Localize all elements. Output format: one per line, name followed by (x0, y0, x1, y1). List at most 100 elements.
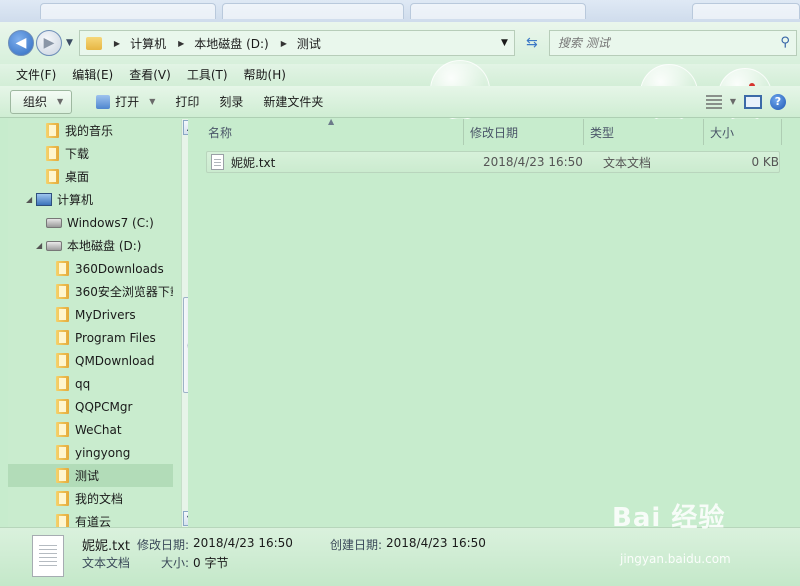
breadcrumb-separator-icon[interactable]: ▶ (114, 39, 120, 48)
details-size-value: 0 字节 (193, 556, 229, 570)
folder-icon (56, 284, 69, 299)
drive-icon (46, 217, 62, 228)
menu-view[interactable]: 查看(V) (121, 64, 179, 86)
sidebar-item-360downloads[interactable]: 360Downloads (8, 257, 173, 280)
details-modified-label: 修改日期: (137, 538, 190, 552)
column-header-name[interactable]: ▲ 名称 (192, 117, 464, 145)
background-tab (410, 3, 587, 19)
scroll-down-icon[interactable]: ▼ (183, 511, 188, 526)
computer-icon (36, 193, 52, 206)
address-history-dropdown-icon[interactable]: ▼ (501, 38, 508, 48)
folder-icon (46, 123, 59, 138)
sidebar-item-qmdownload[interactable]: QMDownload (8, 349, 173, 372)
chevron-down-icon[interactable]: ▼ (730, 97, 736, 106)
folder-icon (56, 261, 69, 276)
file-type: 文本文档 (603, 155, 652, 170)
sidebar-item-360-browser-downloads[interactable]: 360安全浏览器下载 (8, 280, 173, 303)
expand-arrow-icon[interactable]: ◢ (26, 195, 36, 204)
organize-button[interactable]: 组织 ▼ (10, 89, 73, 114)
breadcrumb-computer[interactable]: 计算机 (130, 35, 166, 52)
folder-icon (56, 307, 69, 322)
column-headers: ▲ 名称 修改日期 类型 大小 (192, 117, 792, 145)
search-input[interactable] (557, 36, 758, 50)
new-folder-button[interactable]: 新建文件夹 (253, 90, 333, 114)
print-button[interactable]: 打印 (165, 90, 209, 114)
folder-icon (56, 376, 69, 391)
sidebar-item-drive-d[interactable]: ◢ 本地磁盘 (D:) (8, 234, 173, 257)
breadcrumb-current-folder[interactable]: 测试 (297, 35, 321, 52)
sidebar-item-label: 我的音乐 (65, 124, 114, 138)
folder-icon (56, 468, 69, 483)
background-tab (40, 3, 217, 19)
file-name: 妮妮.txt (231, 155, 276, 170)
sidebar-item-yingyong[interactable]: yingyong (8, 441, 173, 464)
sidebar-item-label: MyDrivers (75, 307, 136, 322)
text-file-icon (211, 154, 224, 170)
baidu-jingyan-watermark: Bai 经验 (612, 503, 726, 533)
sidebar-item-label: 有道云 (75, 515, 112, 527)
sidebar-item-program-files[interactable]: Program Files (8, 326, 173, 349)
open-label: 打开 (115, 95, 140, 109)
sidebar-item-computer[interactable]: ◢ 计算机 (8, 188, 173, 211)
help-icon[interactable]: ? (770, 93, 786, 110)
sidebar-item-label: 桌面 (65, 170, 90, 184)
background-tab (222, 3, 405, 19)
menu-file[interactable]: 文件(F) (8, 64, 64, 86)
preview-pane-icon[interactable] (744, 94, 762, 109)
sidebar-item-label: WeChat (75, 422, 122, 437)
back-button[interactable]: ◀ (8, 30, 34, 56)
column-header-size[interactable]: 大小 (704, 119, 782, 145)
sidebar-item-youdao[interactable]: 有道云 (8, 510, 173, 527)
column-header-label: 类型 (590, 125, 615, 140)
sidebar-item-qq[interactable]: qq (8, 372, 173, 395)
details-created-value: 2018/4/23 16:50 (386, 536, 486, 550)
sidebar-item-my-documents[interactable]: 我的文档 (8, 487, 173, 510)
expand-arrow-icon[interactable]: ◢ (36, 241, 46, 250)
sidebar-item-label: Windows7 (C:) (67, 215, 154, 230)
column-header-type[interactable]: 类型 (584, 119, 704, 145)
sidebar-item-test[interactable]: 测试 (8, 464, 173, 487)
menu-tools[interactable]: 工具(T) (179, 64, 236, 86)
search-icon[interactable]: ⚲ (780, 35, 790, 50)
column-header-label: 名称 (208, 125, 233, 140)
burn-button[interactable]: 刻录 (209, 90, 253, 114)
recent-pages-dropdown-icon[interactable]: ▼ (66, 38, 73, 48)
search-box[interactable]: ⚲ (548, 30, 797, 56)
navigation-scrollbar[interactable]: ▲ ≡ ▼ (181, 119, 188, 527)
sidebar-item-label: 360Downloads (75, 261, 164, 276)
sidebar-item-qqpcmgr[interactable]: QQPCMgr (8, 395, 173, 418)
forward-button[interactable]: ▶ (36, 30, 62, 56)
file-list-pane: ▲ 名称 修改日期 类型 大小 妮妮.txt 2018/4/23 16:50 文… (192, 117, 800, 527)
sidebar-item-drive-c[interactable]: Windows7 (C:) (8, 211, 173, 234)
sidebar-item-wechat[interactable]: WeChat (8, 418, 173, 441)
breadcrumb-separator-icon[interactable]: ▶ (281, 39, 287, 48)
open-button[interactable]: 打开 ▼ (86, 90, 165, 114)
sidebar-item-my-music[interactable]: 我的音乐 (8, 119, 173, 142)
chevron-down-icon: ▼ (57, 97, 64, 106)
details-size-label: 大小: (161, 556, 190, 570)
arrow-left-icon: ◀ (15, 35, 27, 51)
address-bar[interactable]: ▶ 计算机 ▶ 本地磁盘 (D:) ▶ 测试 ▼ (78, 30, 515, 56)
scroll-up-icon[interactable]: ▲ (183, 120, 188, 135)
menu-edit[interactable]: 编辑(E) (64, 64, 121, 86)
folder-icon (56, 491, 69, 506)
sidebar-item-desktop[interactable]: 桌面 (8, 165, 173, 188)
sidebar-item-mydrivers[interactable]: MyDrivers (8, 303, 173, 326)
open-file-icon (96, 94, 111, 109)
column-header-date[interactable]: 修改日期 (464, 119, 584, 145)
menu-help[interactable]: 帮助(H) (236, 64, 294, 86)
scrollbar-thumb[interactable]: ≡ (183, 297, 188, 393)
drive-icon (46, 240, 62, 251)
sidebar-item-label: Program Files (75, 330, 156, 345)
refresh-icon[interactable]: ⇆ (521, 35, 543, 51)
sidebar-item-downloads[interactable]: 下载 (8, 142, 173, 165)
folder-icon (56, 330, 69, 345)
text-file-icon (32, 535, 64, 577)
breadcrumb-separator-icon[interactable]: ▶ (178, 39, 184, 48)
file-row[interactable]: 妮妮.txt 2018/4/23 16:50 文本文档 0 KB (206, 151, 780, 173)
details-modified-value: 2018/4/23 16:50 (193, 536, 293, 550)
breadcrumb-drive-d[interactable]: 本地磁盘 (D:) (194, 35, 268, 52)
change-view-icon[interactable] (705, 94, 722, 109)
sidebar-item-label: 我的文档 (75, 492, 124, 506)
sidebar-item-label: 360安全浏览器下载 (75, 285, 173, 299)
